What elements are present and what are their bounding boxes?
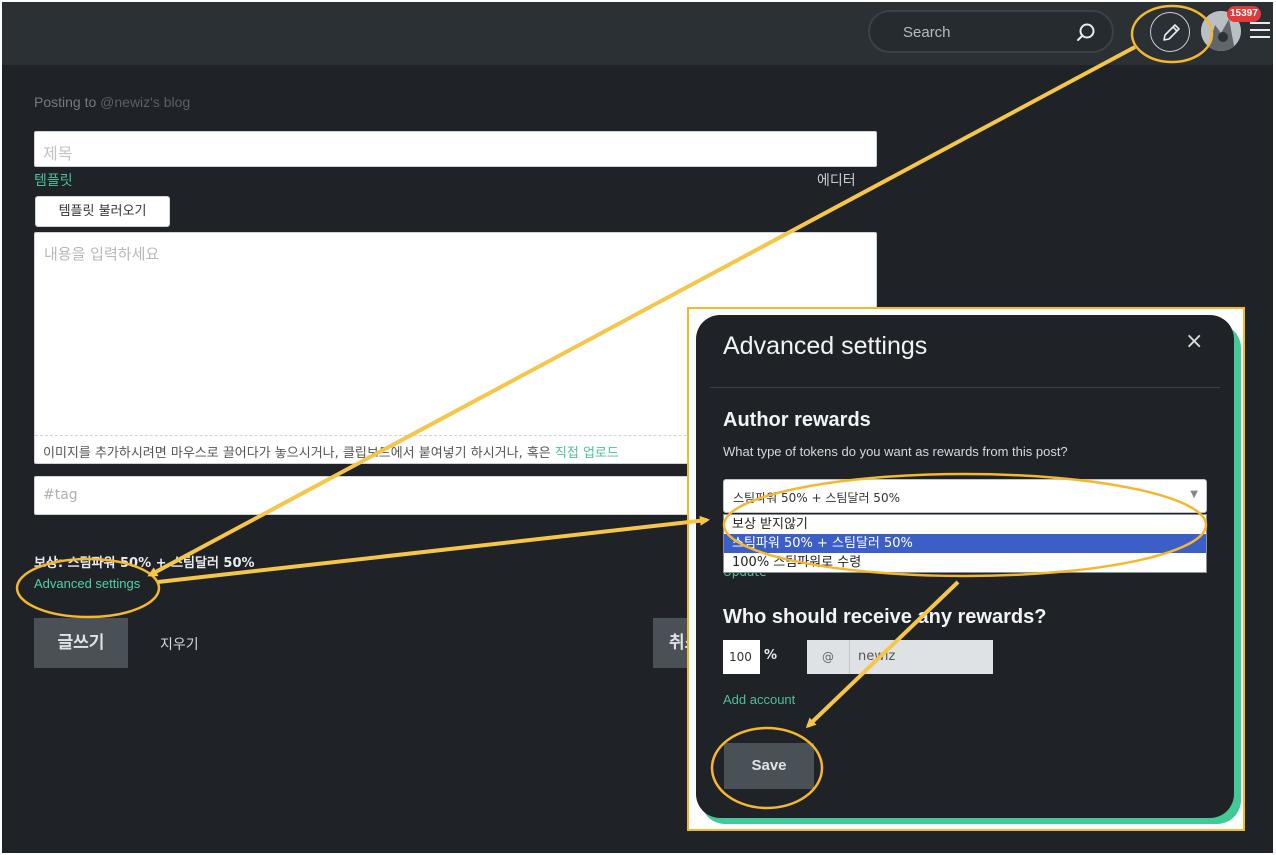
write-post-button[interactable] <box>1150 12 1190 52</box>
pencil-icon <box>1163 24 1180 41</box>
notification-badge[interactable]: 15397 <box>1227 6 1261 22</box>
close-icon[interactable]: × <box>1185 329 1203 354</box>
top-navigation-bar: Search 15397 <box>2 2 1273 65</box>
posting-to-label: Posting to @newiz's blog <box>34 94 190 110</box>
add-account-link[interactable]: Add account <box>723 692 795 707</box>
option-half-split[interactable]: 스팀파워 50% + 스팀달러 50% <box>724 534 1206 553</box>
save-button[interactable]: Save <box>724 743 814 789</box>
reward-summary: 보상: 스팀파워 50% + 스팀달러 50% <box>34 556 255 571</box>
blog-name: @newiz's blog <box>100 94 191 110</box>
modal-divider <box>710 387 1220 388</box>
chevron-down-icon: ▼ <box>1190 489 1198 500</box>
editor-toggle-link[interactable]: 에디터 <box>817 170 856 190</box>
menu-icon[interactable] <box>1250 22 1270 42</box>
template-link[interactable]: 템플릿 <box>34 170 73 190</box>
advanced-settings-modal: Advanced settings × Author rewards What … <box>696 315 1234 818</box>
post-button[interactable]: 글쓰기 <box>34 618 128 668</box>
rewards-question: What type of tokens do you want as rewar… <box>723 444 1068 459</box>
modal-title: Advanced settings <box>723 332 928 360</box>
title-input[interactable]: 제목 <box>34 131 877 167</box>
load-template-button[interactable]: 템플릿 불러오기 <box>35 196 170 227</box>
option-full-power[interactable]: 100% 스팀파워로 수령 <box>724 553 1206 572</box>
search-box[interactable]: Search <box>868 10 1114 53</box>
direct-upload-link[interactable]: 직접 업로드 <box>555 446 619 461</box>
percent-sign: % <box>764 648 778 663</box>
advanced-settings-link[interactable]: Advanced settings <box>34 576 140 591</box>
account-input[interactable]: newiz <box>850 640 993 674</box>
clear-button[interactable]: 지우기 <box>160 634 199 654</box>
reward-options-list[interactable]: 보상 받지않기 스팀파워 50% + 스팀달러 50% 100% 스팀파워로 수… <box>723 514 1207 573</box>
at-prefix: @ <box>807 640 850 674</box>
search-input[interactable]: Search <box>903 24 951 41</box>
upload-hint-text: 이미지를 추가하시려면 마우스로 끌어다가 놓으시거나, 클립보드에서 붙여넣기… <box>43 446 555 461</box>
percent-input[interactable]: 100 <box>723 640 760 674</box>
receive-rewards-heading: Who should receive any rewards? <box>723 606 1047 628</box>
search-icon[interactable] <box>1074 21 1098 45</box>
reward-type-select[interactable]: 스팀파워 50% + 스팀달러 50% ▼ <box>723 479 1207 513</box>
author-rewards-heading: Author rewards <box>723 409 871 431</box>
option-no-rewards[interactable]: 보상 받지않기 <box>724 515 1206 534</box>
reward-select-value: 스팀파워 50% + 스팀달러 50% <box>733 491 900 505</box>
posting-to-prefix: Posting to <box>34 94 101 110</box>
body-placeholder: 내용을 입력하세요 <box>44 245 160 263</box>
